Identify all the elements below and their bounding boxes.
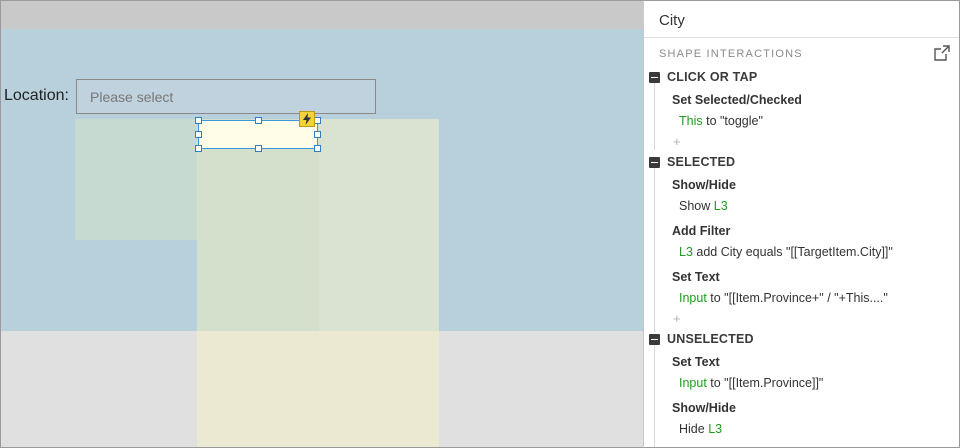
interactions-panel: City SHAPE INTERACTIONS CLICK OR TAP Set… bbox=[643, 0, 960, 448]
action-target: Input bbox=[679, 291, 707, 305]
event-click-or-tap[interactable]: CLICK OR TAP bbox=[649, 70, 757, 84]
action-name[interactable]: Add Filter bbox=[672, 224, 730, 238]
resize-handle-nw[interactable] bbox=[195, 117, 202, 124]
panel-title: City bbox=[659, 12, 685, 29]
action-prefix: Show bbox=[679, 199, 714, 213]
select-placeholder: Please select bbox=[90, 88, 174, 105]
event-guide-line bbox=[654, 82, 655, 150]
action-detail[interactable]: Input to "[[Item.Province]]" bbox=[679, 376, 823, 390]
event-unselected[interactable]: UNSELECTED bbox=[649, 332, 754, 346]
panel-divider bbox=[644, 37, 959, 38]
action-text: to "[[Item.Province+" / "+This...." bbox=[706, 291, 888, 305]
action-detail[interactable]: Show L3 bbox=[679, 199, 728, 213]
event-selected[interactable]: SELECTED bbox=[649, 155, 735, 169]
action-name[interactable]: Show/Hide bbox=[672, 401, 736, 415]
lightning-bolt-icon[interactable] bbox=[299, 111, 315, 127]
action-name[interactable]: Set Text bbox=[672, 270, 720, 284]
resize-handle-sw[interactable] bbox=[195, 145, 202, 152]
action-text: to "toggle" bbox=[702, 114, 763, 128]
action-target: This bbox=[679, 114, 703, 128]
external-link-icon[interactable] bbox=[934, 45, 950, 61]
collapse-minus-icon[interactable] bbox=[649, 333, 660, 345]
action-detail[interactable]: L3 add City equals "[[TargetItem.City]]" bbox=[679, 245, 893, 259]
resize-handle-se[interactable] bbox=[314, 145, 321, 152]
event-guide-line bbox=[654, 167, 655, 332]
action-target: Input bbox=[679, 376, 707, 390]
action-target: L3 bbox=[713, 199, 728, 213]
action-detail[interactable]: Hide L3 bbox=[679, 422, 722, 436]
resize-handle-w[interactable] bbox=[195, 131, 202, 138]
event-guide-line bbox=[654, 344, 655, 447]
section-heading: SHAPE INTERACTIONS bbox=[659, 48, 803, 60]
resize-handle-ne[interactable] bbox=[314, 117, 321, 124]
location-label: Location: bbox=[4, 87, 69, 104]
action-text: add City equals "[[TargetItem.City]]" bbox=[692, 245, 893, 259]
resize-handle-s[interactable] bbox=[255, 145, 262, 152]
action-name[interactable]: Show/Hide bbox=[672, 178, 736, 192]
canvas-top-band bbox=[1, 1, 643, 29]
action-detail[interactable]: Input to "[[Item.Province+" / "+This....… bbox=[679, 291, 888, 305]
action-detail[interactable]: This to "toggle" bbox=[679, 114, 763, 128]
dropdown-list-area[interactable] bbox=[75, 119, 197, 240]
action-name[interactable]: Set Selected/Checked bbox=[672, 93, 802, 107]
action-target: L3 bbox=[708, 422, 723, 436]
collapse-minus-icon[interactable] bbox=[649, 71, 660, 83]
collapse-minus-icon[interactable] bbox=[649, 156, 660, 168]
resize-handle-n[interactable] bbox=[255, 117, 262, 124]
action-target: L3 bbox=[679, 245, 693, 259]
add-action-button[interactable]: + bbox=[673, 134, 681, 149]
action-name[interactable]: Set Text bbox=[672, 355, 720, 369]
design-canvas[interactable]: Location: Please select bbox=[0, 0, 643, 448]
event-label: CLICK OR TAP bbox=[667, 70, 758, 84]
add-action-button[interactable]: + bbox=[673, 311, 681, 326]
location-select-input[interactable]: Please select bbox=[76, 79, 376, 114]
resize-handle-e[interactable] bbox=[314, 131, 321, 138]
event-label: SELECTED bbox=[667, 155, 736, 169]
action-text: to "[[Item.Province]]" bbox=[706, 376, 824, 390]
action-prefix: Hide bbox=[679, 422, 709, 436]
event-label: UNSELECTED bbox=[667, 332, 754, 346]
